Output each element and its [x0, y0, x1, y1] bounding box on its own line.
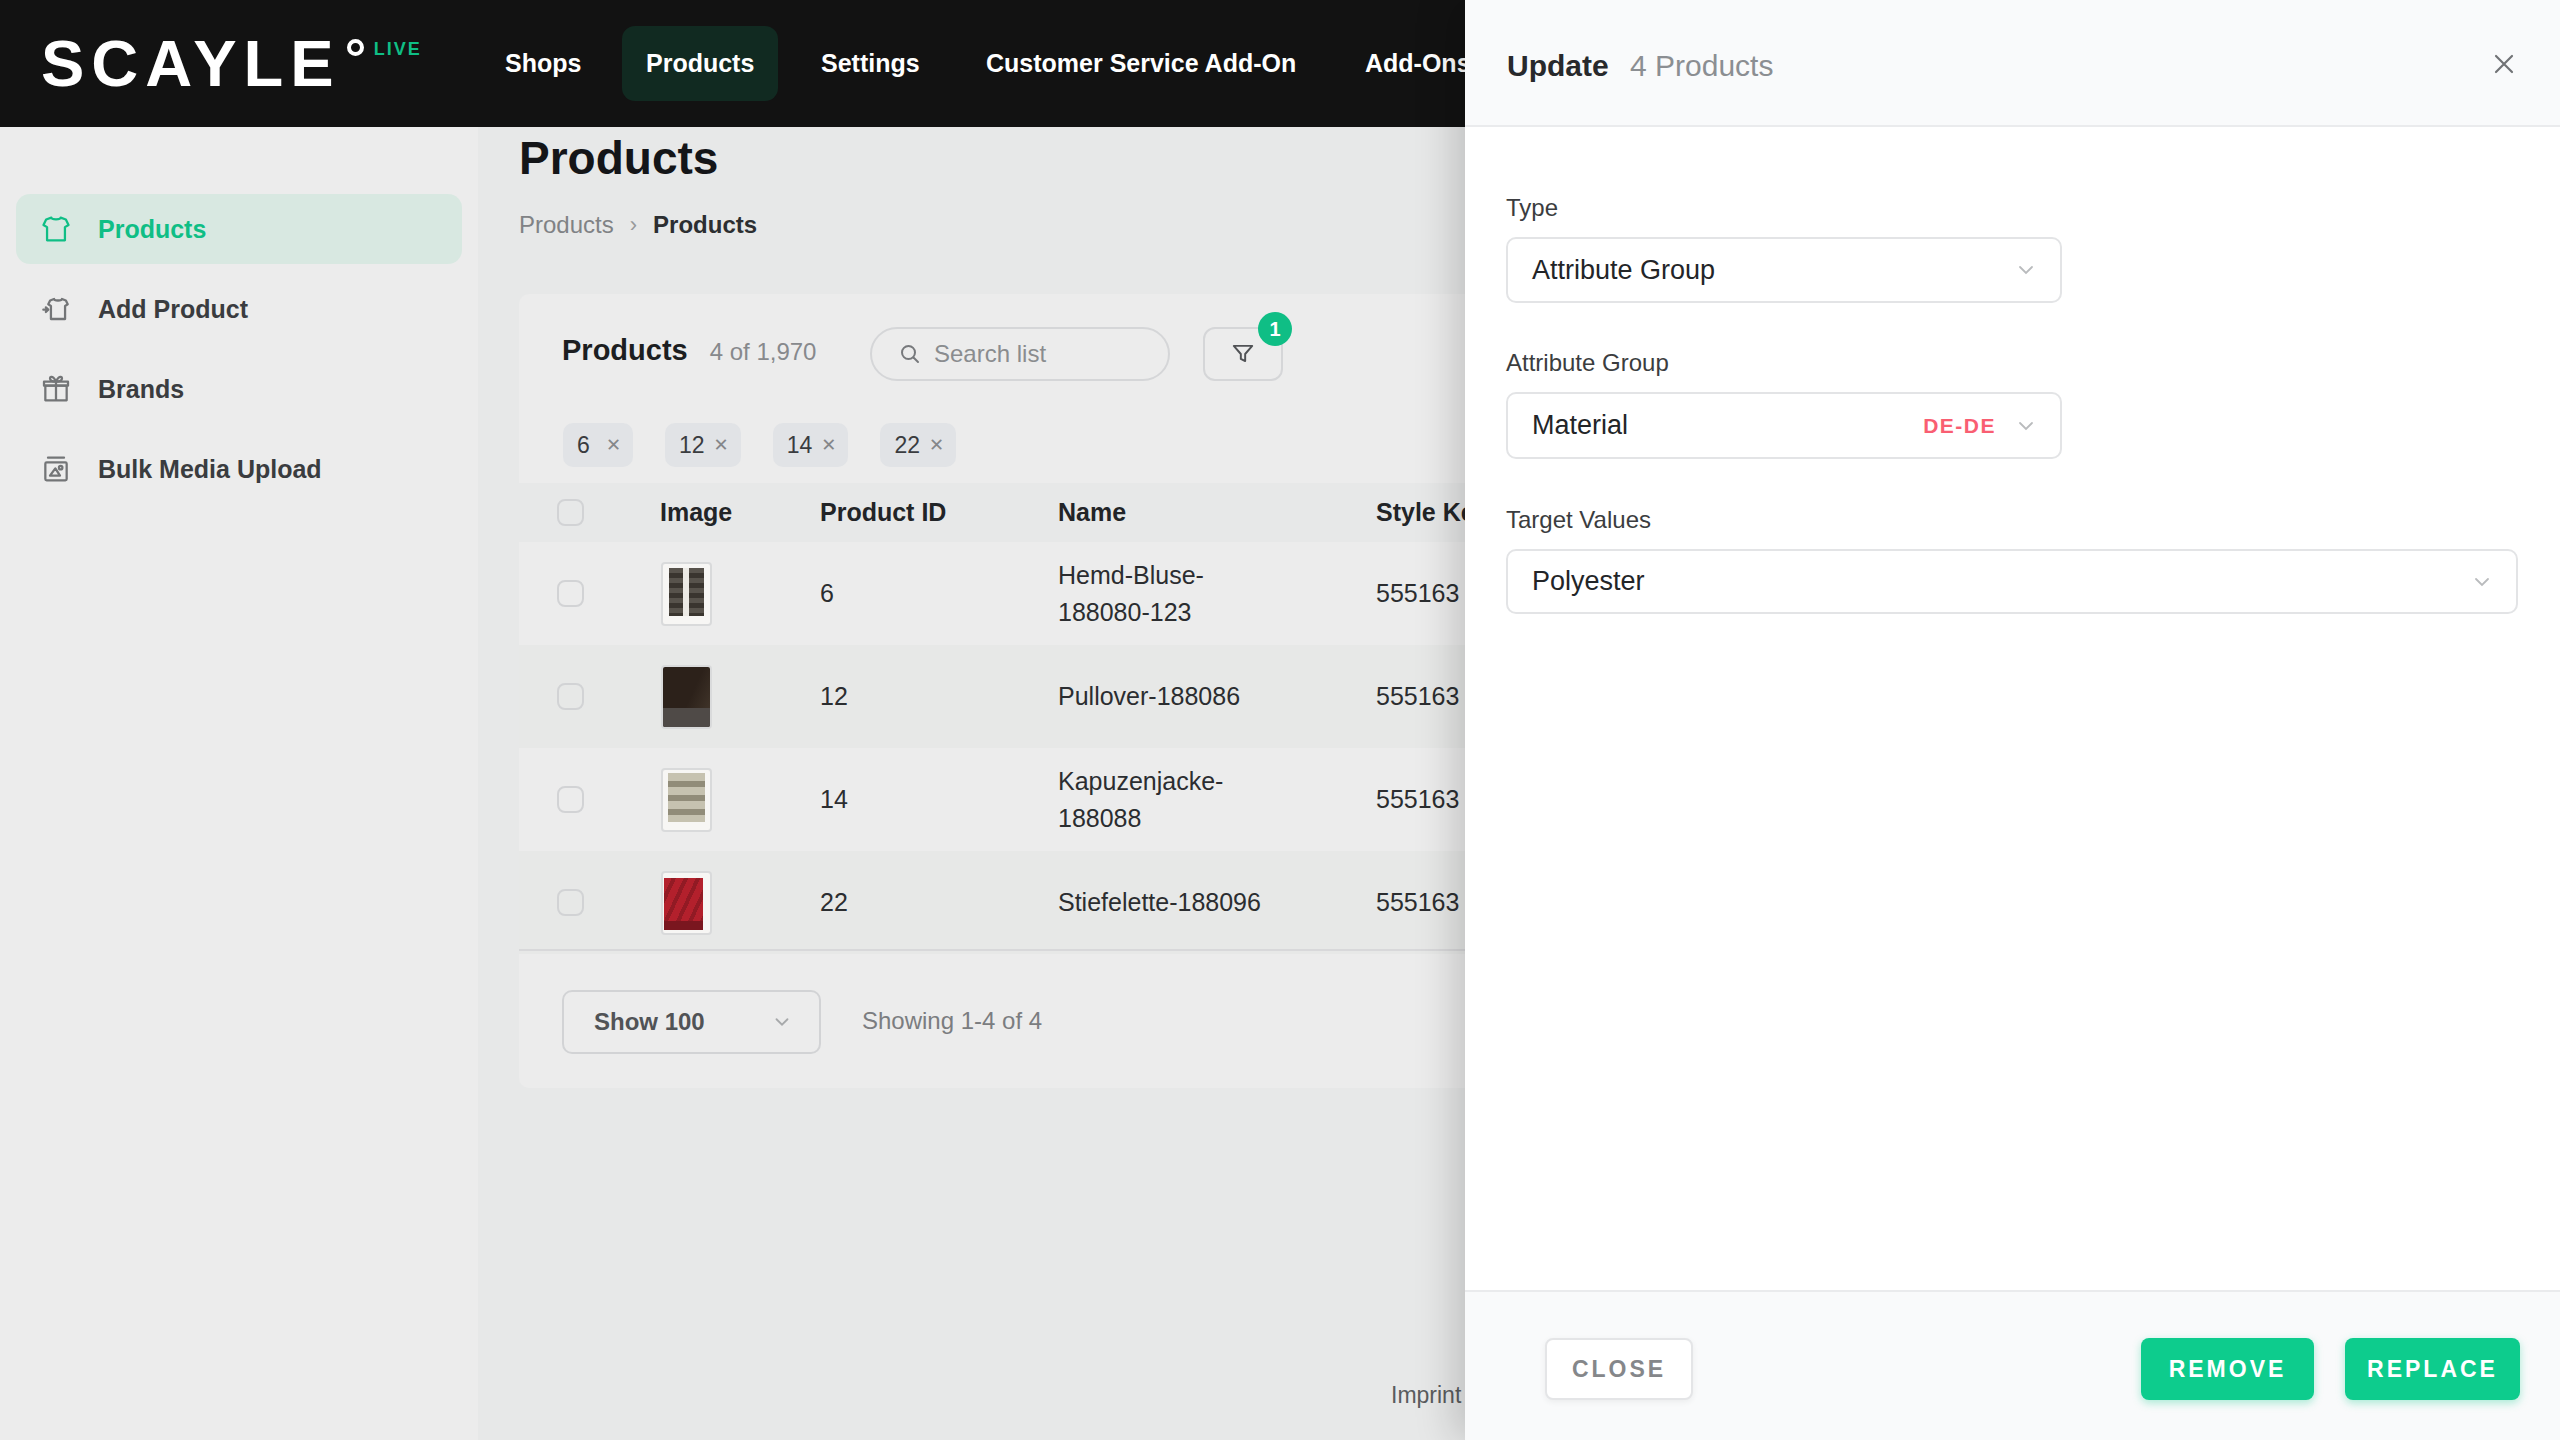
- attribute-group-select[interactable]: Material DE-DE: [1506, 392, 2062, 459]
- drawer-title: Update: [1507, 49, 1609, 83]
- sidebar-item-bulk-media-upload[interactable]: Bulk Media Upload: [16, 434, 462, 504]
- search-input[interactable]: Search list: [870, 327, 1170, 381]
- chevron-down-icon: [2014, 258, 2038, 282]
- page-title: Products: [519, 131, 718, 185]
- nav-customer-service-addon[interactable]: Customer Service Add-On: [986, 0, 1296, 127]
- filter-chip[interactable]: 14✕: [773, 423, 849, 467]
- row-checkbox[interactable]: [557, 683, 584, 710]
- chevron-down-icon: [2470, 570, 2494, 594]
- row-checkbox[interactable]: [557, 786, 584, 813]
- chip-remove-icon[interactable]: ✕: [821, 434, 836, 456]
- type-label: Type: [1506, 194, 1558, 222]
- breadcrumb-chevron-icon: ›: [630, 212, 637, 238]
- chevron-down-icon: [2014, 414, 2038, 438]
- product-thumbnail: [661, 768, 712, 832]
- row-checkbox[interactable]: [557, 889, 584, 916]
- filter-chip[interactable]: 12✕: [665, 423, 741, 467]
- card-title: Products: [562, 334, 688, 367]
- tshirt-icon: [40, 213, 72, 245]
- sidebar-item-label: Brands: [98, 375, 184, 404]
- replace-button[interactable]: REPLACE: [2345, 1338, 2520, 1400]
- card-count: 4 of 1,970: [710, 338, 817, 366]
- sidebar-item-brands[interactable]: Brands: [16, 354, 462, 424]
- tshirt-plus-icon: [40, 293, 72, 325]
- image-upload-icon: [40, 453, 72, 485]
- sidebar-item-label: Bulk Media Upload: [98, 455, 322, 484]
- search-placeholder: Search list: [934, 340, 1046, 368]
- filter-count-badge: 1: [1258, 312, 1292, 346]
- sidebar-item-label: Add Product: [98, 295, 248, 324]
- sidebar: Products Add Product Brands Bulk Media U…: [0, 127, 478, 1440]
- product-thumbnail: [661, 562, 712, 626]
- drawer-header: Update 4 Products: [1465, 0, 2560, 127]
- col-header-image: Image: [660, 498, 820, 527]
- chip-remove-icon[interactable]: ✕: [606, 434, 621, 456]
- drawer-footer: CLOSE REMOVE REPLACE: [1465, 1290, 2560, 1440]
- locale-badge: DE-DE: [1923, 414, 1996, 438]
- chip-remove-icon[interactable]: ✕: [929, 434, 944, 456]
- sidebar-item-label: Products: [98, 215, 206, 244]
- select-all-checkbox[interactable]: [557, 499, 584, 526]
- target-values-select[interactable]: Polyester: [1506, 549, 2518, 614]
- row-checkbox[interactable]: [557, 580, 584, 607]
- drawer-subtitle: 4 Products: [1630, 49, 1773, 83]
- product-thumbnail: [661, 871, 712, 935]
- sidebar-item-add-product[interactable]: Add Product: [16, 274, 462, 344]
- search-icon: [898, 342, 922, 366]
- filter-chip[interactable]: 22✕: [880, 423, 956, 467]
- close-button[interactable]: CLOSE: [1545, 1338, 1693, 1400]
- close-icon[interactable]: [2488, 48, 2520, 80]
- nav-products[interactable]: Products: [622, 26, 778, 101]
- chevron-down-icon: [771, 1011, 793, 1033]
- col-header-product-id: Product ID: [820, 498, 1058, 527]
- filter-chip[interactable]: 6✕: [563, 423, 633, 467]
- update-products-drawer: Update 4 Products Type Attribute Group A…: [1465, 0, 2560, 1440]
- filter-icon: [1230, 341, 1256, 367]
- type-select[interactable]: Attribute Group: [1506, 237, 2062, 303]
- sidebar-item-products[interactable]: Products: [16, 194, 462, 264]
- nav-addons[interactable]: Add-Ons: [1365, 0, 1471, 127]
- breadcrumb-current: Products: [653, 211, 757, 239]
- nav-settings[interactable]: Settings: [821, 0, 920, 127]
- imprint-link[interactable]: Imprint: [1391, 1382, 1461, 1409]
- product-thumbnail: [661, 665, 712, 729]
- attribute-group-label: Attribute Group: [1506, 349, 1669, 377]
- breadcrumb: Products › Products: [519, 211, 757, 239]
- col-header-name: Name: [1058, 498, 1376, 527]
- target-values-label: Target Values: [1506, 506, 1651, 534]
- page-size-select[interactable]: Show 100: [562, 990, 821, 1054]
- drawer-body: Type Attribute Group Attribute Group Mat…: [1465, 129, 2560, 1290]
- filter-chips: 6✕ 12✕ 14✕ 22✕: [563, 423, 956, 467]
- breadcrumb-parent[interactable]: Products: [519, 211, 614, 239]
- remove-button[interactable]: REMOVE: [2141, 1338, 2314, 1400]
- nav-shops[interactable]: Shops: [505, 0, 581, 127]
- showing-label: Showing 1-4 of 4: [862, 1007, 1042, 1035]
- gift-icon: [40, 373, 72, 405]
- chip-remove-icon[interactable]: ✕: [714, 434, 729, 456]
